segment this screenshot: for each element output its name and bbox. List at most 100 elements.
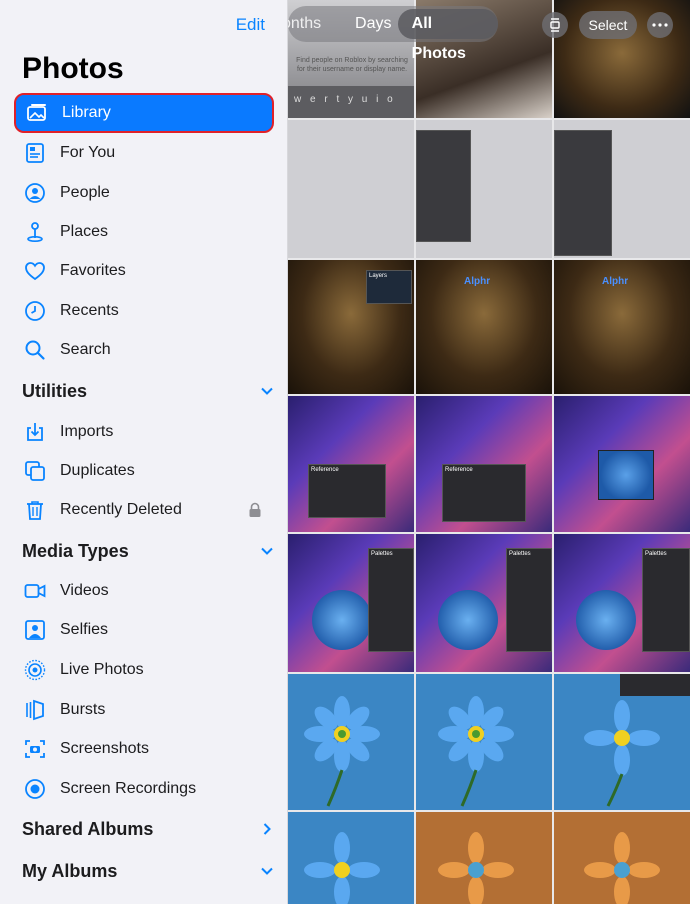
photo-grid: w e r t y u i o Find people on Roblox by… xyxy=(288,0,690,904)
photo-thumbnail[interactable]: Reference xyxy=(416,396,552,532)
import-icon xyxy=(22,419,48,445)
sidebar-item-imports[interactable]: Imports xyxy=(14,412,274,452)
photo-thumbnail[interactable]: Palettes xyxy=(416,534,552,672)
clock-icon xyxy=(22,298,48,324)
section-utilities[interactable]: Utilities xyxy=(22,376,274,406)
photo-thumbnail[interactable]: Alphr xyxy=(416,260,552,394)
sidebar-item-favorites[interactable]: Favorites xyxy=(14,251,274,291)
sidebar-item-label: Selfies xyxy=(60,621,109,638)
photo-thumbnail[interactable]: Reference xyxy=(288,396,414,532)
library-icon xyxy=(24,100,50,126)
chevron-right-icon xyxy=(263,823,271,835)
photo-thumbnail[interactable] xyxy=(288,812,414,904)
burst-icon xyxy=(22,697,48,723)
palettes-panel: Palettes xyxy=(368,548,414,652)
photo-thumbnail[interactable] xyxy=(288,120,414,258)
flower-image xyxy=(304,832,380,904)
sidebar-item-label: For You xyxy=(60,144,116,161)
sidebar-item-selfies[interactable]: Selfies xyxy=(14,610,274,650)
flower-image xyxy=(584,832,660,904)
screen-recording-icon xyxy=(22,776,48,802)
sidebar-item-label: Bursts xyxy=(60,701,106,718)
more-button[interactable] xyxy=(647,12,673,38)
reference-label: Reference xyxy=(445,467,473,473)
for-you-icon xyxy=(22,140,48,166)
sidebar-item-label: Places xyxy=(60,223,109,240)
flower-image xyxy=(438,832,514,904)
photo-thumbnail[interactable] xyxy=(554,812,690,904)
sidebar-item-label: Duplicates xyxy=(60,462,135,479)
live-photo-icon xyxy=(22,657,48,683)
photo-thumbnail[interactable]: Layers xyxy=(288,260,414,394)
sidebar-item-recents[interactable]: Recents xyxy=(14,291,274,331)
photo-thumbnail[interactable] xyxy=(554,396,690,532)
photo-thumbnail[interactable] xyxy=(416,812,552,904)
flower-image xyxy=(584,674,690,807)
page-title: Photos xyxy=(22,52,124,85)
sidebar-item-label: Screen Recordings xyxy=(60,780,197,797)
sidebar-item-bursts[interactable]: Bursts xyxy=(14,690,274,730)
sidebar-item-label: Search xyxy=(60,341,111,358)
ellipsis-icon xyxy=(652,23,668,27)
blue-rose xyxy=(576,590,636,650)
section-title: Utilities xyxy=(22,380,88,401)
lock-icon xyxy=(249,502,261,517)
chevron-down-icon xyxy=(261,387,273,395)
section-title: My Albums xyxy=(22,860,118,881)
sidebar-item-label: Live Photos xyxy=(60,661,144,678)
photo-thumbnail[interactable]: Alphr xyxy=(554,260,690,394)
photo-thumbnail[interactable] xyxy=(416,674,552,810)
segment-months[interactable]: onths xyxy=(288,15,335,33)
sidebar-item-library[interactable]: Library xyxy=(14,93,274,133)
palettes-label: Palettes xyxy=(645,551,667,557)
sidebar-item-label: Screenshots xyxy=(60,740,149,757)
reference-panel: Reference xyxy=(442,464,526,522)
section-shared-albums[interactable]: Shared Albums xyxy=(22,814,274,844)
sidebar-item-screen-recordings[interactable]: Screen Recordings xyxy=(14,769,274,809)
select-button[interactable]: Select xyxy=(579,11,637,39)
sidebar: Edit Photos Library For You People Place… xyxy=(0,0,288,904)
photo-thumbnail[interactable] xyxy=(416,120,552,258)
chevron-down-icon xyxy=(261,547,273,555)
sidebar-item-places[interactable]: Places xyxy=(14,212,274,252)
sidebar-item-screenshots[interactable]: Screenshots xyxy=(14,729,274,769)
sidebar-item-for-you[interactable]: For You xyxy=(14,133,274,173)
rose-reference xyxy=(598,450,654,500)
palettes-label: Palettes xyxy=(509,551,531,557)
photo-thumbnail[interactable]: Palettes xyxy=(288,534,414,672)
sidebar-item-people[interactable]: People xyxy=(14,173,274,213)
palettes-panel: Palettes xyxy=(506,548,552,652)
blue-rose xyxy=(438,590,498,650)
sidebar-item-label: Favorites xyxy=(60,262,126,279)
sidebar-item-videos[interactable]: Videos xyxy=(14,571,274,611)
section-media-types[interactable]: Media Types xyxy=(22,536,274,566)
sidebar-item-label: Videos xyxy=(60,582,109,599)
sidebar-item-label: Imports xyxy=(60,423,114,440)
alphr-watermark: Alphr xyxy=(602,276,629,287)
duplicates-icon xyxy=(22,458,48,484)
segment-days[interactable]: Days xyxy=(355,15,392,33)
places-icon xyxy=(22,219,48,245)
edit-button[interactable]: Edit xyxy=(236,15,265,35)
reference-panel: Reference xyxy=(308,464,386,518)
sidebar-item-label: Recently Deleted xyxy=(60,501,182,518)
palettes-panel: Palettes xyxy=(642,548,690,652)
sidebar-item-duplicates[interactable]: Duplicates xyxy=(14,451,274,491)
search-icon xyxy=(22,337,48,363)
keyboard-keys: w e r t y u i o xyxy=(294,94,396,105)
section-my-albums[interactable]: My Albums xyxy=(22,856,274,886)
photo-thumbnail[interactable] xyxy=(554,120,690,258)
photo-thumbnail[interactable]: Palettes xyxy=(554,534,690,672)
zoom-button[interactable] xyxy=(542,12,568,38)
photo-thumbnail[interactable] xyxy=(554,674,690,810)
aspect-toggle-icon xyxy=(550,18,560,32)
sidebar-item-live-photos[interactable]: Live Photos xyxy=(14,650,274,690)
settings-panel xyxy=(416,130,471,242)
section-title: Media Types xyxy=(22,540,129,561)
blue-rose xyxy=(312,590,372,650)
photo-thumbnail[interactable] xyxy=(288,674,414,810)
chevron-down-icon xyxy=(261,867,273,875)
sidebar-item-recently-deleted[interactable]: Recently Deleted xyxy=(14,490,274,530)
sidebar-item-search[interactable]: Search xyxy=(14,330,274,370)
segment-all-photos[interactable]: All Photos xyxy=(397,9,498,62)
